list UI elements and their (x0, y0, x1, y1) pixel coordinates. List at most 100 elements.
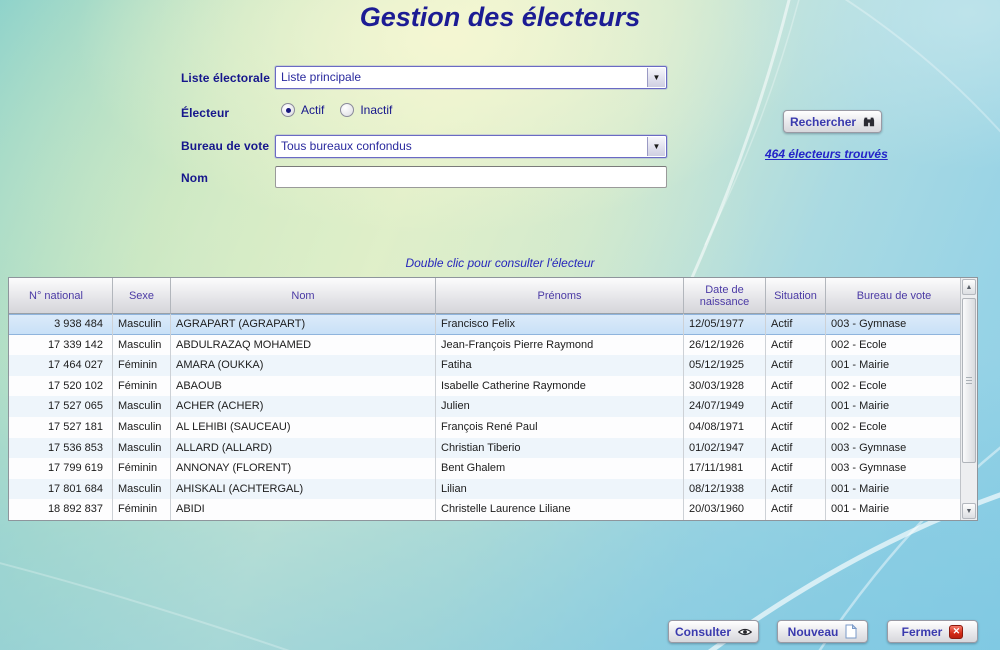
table-cell: 30/03/1928 (684, 376, 766, 397)
table-cell: 17 527 181 (9, 417, 113, 438)
table-cell: AL LEHIBI (SAUCEAU) (171, 417, 436, 438)
table-cell: Féminin (113, 376, 171, 397)
table-cell: 003 - Gymnase (826, 438, 962, 459)
scroll-down-icon[interactable]: ▼ (962, 503, 976, 519)
double-click-hint: Double clic pour consulter l'électeur (0, 256, 1000, 270)
radio-actif-label: Actif (301, 103, 324, 117)
electeur-radio-group: Actif Inactif (281, 103, 402, 117)
table-cell: Féminin (113, 458, 171, 479)
table-cell: ANNONAY (FLORENT) (171, 458, 436, 479)
scrollbar-thumb[interactable] (962, 298, 976, 463)
gestion-des-electeurs-window: Gestion des électeurs Liste électorale É… (0, 0, 1000, 650)
scroll-up-icon[interactable]: ▲ (962, 279, 976, 295)
table-cell: AGRAPART (AGRAPART) (171, 314, 436, 335)
table-cell: Féminin (113, 499, 171, 520)
table-cell: Bent Ghalem (436, 458, 684, 479)
table-cell: 17 536 853 (9, 438, 113, 459)
table-cell: 12/05/1977 (684, 314, 766, 335)
vertical-scrollbar[interactable]: ▲ ▼ (960, 278, 977, 520)
bureau-de-vote-label: Bureau de vote (181, 139, 269, 153)
table-cell: Masculin (113, 314, 171, 335)
table-cell: François René Paul (436, 417, 684, 438)
table-cell: Masculin (113, 479, 171, 500)
results-count-link[interactable]: 464 électeurs trouvés (765, 147, 888, 161)
nom-input[interactable] (275, 166, 667, 188)
chevron-down-icon[interactable]: ▼ (647, 137, 665, 156)
radio-actif[interactable] (281, 103, 295, 117)
table-cell: ABIDI (171, 499, 436, 520)
table-row[interactable]: 17 527 065MasculinACHER (ACHER)Julien24/… (9, 396, 977, 417)
table-body: 3 938 484MasculinAGRAPART (AGRAPART)Fran… (9, 314, 977, 520)
nouveau-button[interactable]: Nouveau (777, 620, 868, 643)
column-header-situation[interactable]: Situation (766, 278, 826, 314)
column-header-nom[interactable]: Nom (171, 278, 436, 314)
column-header-numero-national[interactable]: N° national (9, 278, 113, 314)
table-row[interactable]: 17 799 619FémininANNONAY (FLORENT)Bent G… (9, 458, 977, 479)
table-cell: ALLARD (ALLARD) (171, 438, 436, 459)
table-cell: Lilian (436, 479, 684, 500)
table-cell: Actif (766, 314, 826, 335)
table-row[interactable]: 17 339 142MasculinABDULRAZAQ MOHAMEDJean… (9, 335, 977, 356)
table-cell: Actif (766, 479, 826, 500)
table-cell: 17 799 619 (9, 458, 113, 479)
table-cell: Julien (436, 396, 684, 417)
table-row[interactable]: 18 892 837FémininABIDIChristelle Laurenc… (9, 499, 977, 520)
table-cell: ABDULRAZAQ MOHAMED (171, 335, 436, 356)
table-cell: AHISKALI (ACHTERGAL) (171, 479, 436, 500)
radio-inactif[interactable] (340, 103, 354, 117)
column-header-bureau-vote[interactable]: Bureau de vote (826, 278, 962, 314)
table-header-row: N° national Sexe Nom Prénoms Date de nai… (9, 278, 977, 314)
table-cell: 002 - Ecole (826, 417, 962, 438)
table-cell: 24/07/1949 (684, 396, 766, 417)
table-cell: 17 520 102 (9, 376, 113, 397)
new-document-icon (845, 624, 857, 639)
table-cell: 18 892 837 (9, 499, 113, 520)
column-header-date-naissance[interactable]: Date de naissance (684, 278, 766, 314)
page-title: Gestion des électeurs (0, 2, 1000, 33)
table-cell: Actif (766, 499, 826, 520)
table-row[interactable]: 17 527 181MasculinAL LEHIBI (SAUCEAU)Fra… (9, 417, 977, 438)
table-cell: Actif (766, 396, 826, 417)
rechercher-button-label: Rechercher (790, 115, 856, 129)
fermer-button-label: Fermer (902, 625, 943, 639)
table-cell: 26/12/1926 (684, 335, 766, 356)
table-cell: Actif (766, 417, 826, 438)
electeur-label: Électeur (181, 106, 229, 120)
table-cell: 01/02/1947 (684, 438, 766, 459)
table-row[interactable]: 17 520 102FémininABAOUBIsabelle Catherin… (9, 376, 977, 397)
table-cell: Masculin (113, 438, 171, 459)
eye-icon (738, 626, 752, 638)
table-cell: 17/11/1981 (684, 458, 766, 479)
nouveau-button-label: Nouveau (788, 625, 839, 639)
table-row[interactable]: 17 464 027FémininAMARA (OUKKA)Fatiha05/1… (9, 355, 977, 376)
chevron-down-icon[interactable]: ▼ (647, 68, 665, 87)
table-cell: 002 - Ecole (826, 335, 962, 356)
bureau-de-vote-select[interactable]: Tous bureaux confondus ▼ (275, 135, 667, 158)
table-cell: 17 527 065 (9, 396, 113, 417)
table-cell: Actif (766, 438, 826, 459)
table-cell: Actif (766, 458, 826, 479)
table-cell: Masculin (113, 335, 171, 356)
fermer-button[interactable]: Fermer ✕ (887, 620, 978, 643)
column-header-sexe[interactable]: Sexe (113, 278, 171, 314)
table-cell: 20/03/1960 (684, 499, 766, 520)
table-cell: 003 - Gymnase (826, 458, 962, 479)
column-header-prenoms[interactable]: Prénoms (436, 278, 684, 314)
table-cell: Féminin (113, 355, 171, 376)
table-cell: Actif (766, 355, 826, 376)
table-row[interactable]: 3 938 484MasculinAGRAPART (AGRAPART)Fran… (9, 314, 977, 335)
table-cell: 17 464 027 (9, 355, 113, 376)
table-cell: ABAOUB (171, 376, 436, 397)
table-cell: 003 - Gymnase (826, 314, 962, 335)
table-cell: Francisco Felix (436, 314, 684, 335)
table-cell: Christian Tiberio (436, 438, 684, 459)
liste-electorale-select[interactable]: Liste principale ▼ (275, 66, 667, 89)
rechercher-button[interactable]: Rechercher (783, 110, 882, 133)
consulter-button[interactable]: Consulter (668, 620, 759, 643)
table-cell: 05/12/1925 (684, 355, 766, 376)
radio-inactif-label: Inactif (360, 103, 392, 117)
table-cell: 17 339 142 (9, 335, 113, 356)
table-row[interactable]: 17 801 684MasculinAHISKALI (ACHTERGAL)Li… (9, 479, 977, 500)
table-row[interactable]: 17 536 853MasculinALLARD (ALLARD)Christi… (9, 438, 977, 459)
table-cell: Christelle Laurence Liliane (436, 499, 684, 520)
